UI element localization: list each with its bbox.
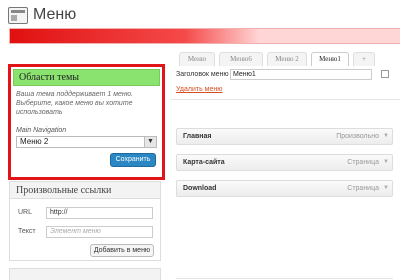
menu-item-glavnaya[interactable]: Главная Произвольно ▼ bbox=[176, 128, 393, 145]
chevron-down-icon[interactable]: ▼ bbox=[383, 185, 389, 191]
tab-menu1[interactable]: Меню1 bbox=[311, 52, 349, 67]
theme-locations-title: Области темы bbox=[19, 72, 80, 83]
theme-locations-note: Ваша тема поддерживает 1 меню. Выберите,… bbox=[16, 91, 133, 116]
main-navigation-select[interactable]: Меню 2 ▼ bbox=[16, 136, 157, 148]
editor-bottom-divider bbox=[176, 278, 393, 279]
menu-name-input[interactable]: Меню1 bbox=[230, 69, 372, 80]
custom-links-title: Произвольные ссылки bbox=[16, 185, 112, 196]
add-to-menu-button[interactable]: Добавить в меню bbox=[90, 244, 154, 257]
url-label: URL bbox=[18, 209, 33, 216]
tab-menu[interactable]: Меню bbox=[179, 52, 215, 66]
chevron-down-icon[interactable]: ▼ bbox=[144, 137, 156, 147]
url-input[interactable]: http:// bbox=[46, 207, 153, 219]
editor-divider bbox=[171, 99, 400, 100]
menu-name-label: Заголовок меню bbox=[176, 71, 229, 78]
theme-locations-panel: Области темы Ваша тема поддерживает 1 ме… bbox=[8, 64, 165, 180]
tab-add[interactable]: + bbox=[353, 52, 375, 66]
auto-add-checkbox[interactable] bbox=[381, 70, 389, 78]
link-text-label: Текст bbox=[18, 228, 36, 235]
menu-item-type: Произвольно bbox=[336, 133, 379, 140]
custom-links-panel: Произвольные ссылки URL http:// Текст Эл… bbox=[9, 181, 161, 261]
menu-item-type: Страница bbox=[347, 159, 379, 166]
tab-menu6[interactable]: Меню6 bbox=[219, 52, 263, 66]
link-text-input[interactable]: Элемент меню bbox=[46, 226, 153, 238]
theme-locations-header: Области темы bbox=[13, 69, 160, 86]
main-navigation-label: Main Navigation bbox=[16, 127, 67, 134]
delete-menu-link[interactable]: Удалить меню bbox=[176, 86, 223, 93]
menu-item-title: Download bbox=[183, 185, 217, 192]
menu-item-sitemap[interactable]: Карта-сайта Страница ▼ bbox=[176, 154, 393, 171]
menu-item-download[interactable]: Download Страница ▼ bbox=[176, 180, 393, 197]
notice-banner bbox=[9, 28, 400, 44]
custom-links-header[interactable]: Произвольные ссылки bbox=[10, 182, 160, 199]
chevron-down-icon[interactable]: ▼ bbox=[383, 133, 389, 139]
chevron-down-icon[interactable]: ▼ bbox=[383, 159, 389, 165]
next-panel-header[interactable] bbox=[9, 268, 161, 280]
menu-item-title: Главная bbox=[183, 133, 212, 140]
save-locations-button[interactable]: Сохранить bbox=[110, 153, 156, 167]
page-title: Меню bbox=[33, 6, 77, 23]
main-navigation-selected: Меню 2 bbox=[20, 137, 49, 146]
menu-item-type: Страница bbox=[347, 185, 379, 192]
tab-menu-2[interactable]: Меню 2 bbox=[267, 52, 307, 66]
menu-item-title: Карта-сайта bbox=[183, 159, 225, 166]
menus-page-icon bbox=[8, 7, 28, 24]
